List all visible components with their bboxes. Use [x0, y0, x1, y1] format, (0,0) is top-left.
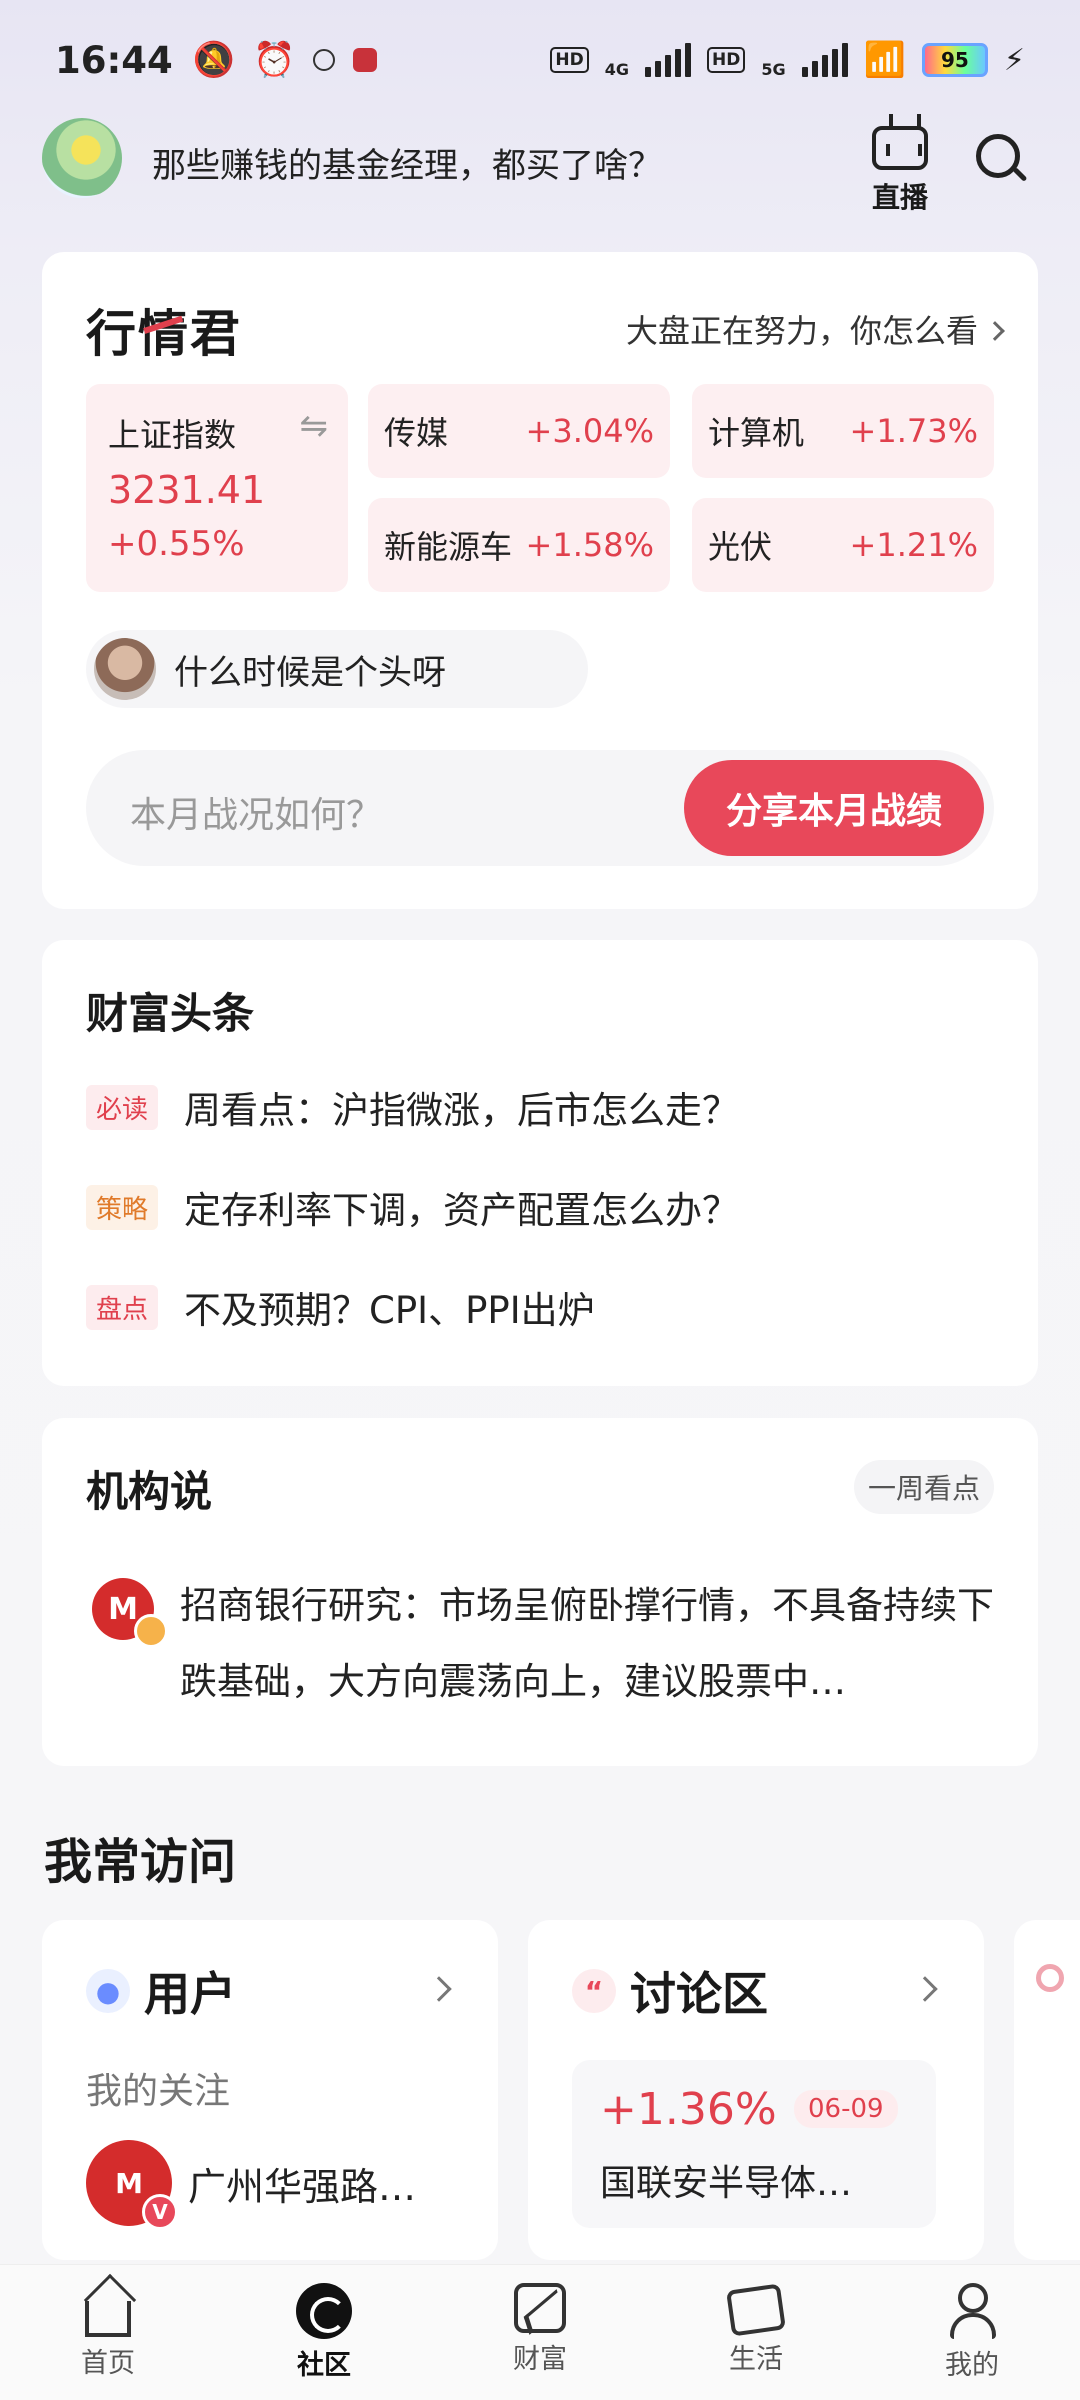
- sector-tile[interactable]: 传媒 +3.04%: [368, 384, 670, 478]
- swap-icon[interactable]: ⇋: [300, 406, 329, 446]
- signal-icon: [644, 43, 691, 77]
- chevron-right-icon: [912, 1976, 938, 2002]
- tv-icon: [872, 126, 928, 170]
- index-change: +0.55%: [108, 524, 245, 564]
- sector-tile[interactable]: 计算机 +1.73%: [692, 384, 994, 478]
- nav-profile[interactable]: 我的: [864, 2265, 1080, 2400]
- market-card: 行情君 大盘正在努力，你怎么看 上证指数 ⇋ 3231.41 +0.55% 传媒…: [42, 252, 1038, 909]
- news-item[interactable]: 盘点 不及预期？CPI、PPI出炉: [86, 1280, 595, 1334]
- app-screen: 16:44 🔕 ⏰ HD 4G HD 5G 📶 95 ⚡ 那些赚钱的基金经理，都…: [0, 0, 1080, 2400]
- chevron-right-icon: [426, 1976, 452, 2002]
- section-title: 财富头条: [86, 989, 255, 1038]
- nav-community[interactable]: 社区: [216, 2265, 432, 2400]
- bank-logo-icon: MV: [86, 2140, 178, 2230]
- news-tag: 盘点: [86, 1284, 159, 1330]
- week-filter-tag[interactable]: 一周看点: [853, 1460, 994, 1514]
- net-type-label-2: 5G: [761, 60, 786, 79]
- live-button[interactable]: 直播: [866, 112, 934, 216]
- next-card-peek[interactable]: [1014, 1920, 1080, 2260]
- hd-icon-2: HD: [706, 47, 746, 73]
- nav-wealth[interactable]: 财富: [432, 2265, 648, 2400]
- verified-icon: V: [142, 2194, 178, 2230]
- hot-badge-icon: [134, 1614, 168, 1648]
- nav-life[interactable]: 生活: [648, 2265, 864, 2400]
- user-card[interactable]: ● 用户 我的关注 MV 广州华强路…: [42, 1920, 498, 2260]
- avatar[interactable]: [42, 118, 122, 198]
- signal-icon-2: [801, 43, 848, 77]
- index-name: 上证指数: [108, 416, 237, 454]
- alarm-icon: ⏰: [253, 40, 296, 80]
- sector-tile[interactable]: 光伏 +1.21%: [692, 498, 994, 592]
- sector-tile[interactable]: 新能源车 +1.58%: [368, 498, 670, 592]
- search-icon[interactable]: [976, 134, 1028, 186]
- discussion-item[interactable]: +1.36% 06-09 国联安半导体…: [572, 2060, 936, 2228]
- community-icon: [296, 2283, 352, 2339]
- home-icon: [85, 2301, 131, 2337]
- market-title: 行情君: [86, 305, 242, 363]
- quote-icon: “: [572, 1969, 616, 2013]
- institution-article[interactable]: 招商银行研究：市场呈俯卧撑行情，不具备持续下跌基础，大方向震荡向上，建议股票中…: [180, 1568, 1000, 1720]
- avatar: [94, 638, 156, 700]
- section-title: 我常访问: [44, 1834, 237, 1890]
- share-input[interactable]: 本月战况如何？: [130, 786, 382, 838]
- app-notification-icon: [313, 49, 336, 71]
- profile-icon: [944, 2283, 1000, 2339]
- status-bar: 16:44 🔕 ⏰ HD 4G HD 5G 📶 95 ⚡: [0, 0, 1080, 120]
- mute-icon: 🔕: [192, 40, 236, 80]
- discussion-card[interactable]: “ 讨论区 +1.36% 06-09 国联安半导体…: [528, 1920, 984, 2260]
- user-icon: ●: [86, 1969, 130, 2013]
- life-icon: [726, 2283, 786, 2337]
- hd-icon: HD: [550, 47, 589, 73]
- bottom-navigation: 首页 社区 财富 生活 我的: [0, 2264, 1080, 2400]
- nav-home[interactable]: 首页: [0, 2265, 216, 2400]
- top-header: 那些赚钱的基金经理，都买了啥？ 直播: [0, 112, 1080, 214]
- circle-icon: [1036, 1964, 1064, 1992]
- headlines-card: 财富头条 必读 周看点：沪指微涨，后市怎么走？ 策略 定存利率下调，资产配置怎么…: [42, 940, 1038, 1386]
- share-button[interactable]: 分享本月战绩: [684, 760, 984, 856]
- news-item[interactable]: 策略 定存利率下调，资产配置怎么办？: [86, 1180, 739, 1234]
- wifi-icon: 📶: [863, 40, 906, 80]
- chevron-right-icon: [985, 321, 1005, 341]
- market-more-link[interactable]: 大盘正在努力，你怎么看: [626, 306, 1005, 352]
- index-value: 3231.41: [108, 468, 266, 512]
- battery-icon: 95: [921, 43, 988, 77]
- live-label: 直播: [871, 181, 928, 214]
- app-notification-icon-2: [353, 48, 378, 72]
- news-tag: 必读: [86, 1084, 159, 1130]
- net-type-label: 4G: [604, 60, 629, 79]
- user-comment-chip[interactable]: 什么时候是个头呀: [86, 630, 588, 708]
- news-tag: 策略: [86, 1184, 159, 1230]
- news-item[interactable]: 必读 周看点：沪指微涨，后市怎么走？: [86, 1080, 739, 1134]
- share-input-row: 本月战况如何？ 分享本月战绩: [86, 750, 994, 866]
- status-time: 16:44: [55, 38, 173, 82]
- charging-icon: ⚡: [1003, 42, 1025, 78]
- wealth-icon: [514, 2283, 566, 2333]
- index-tile[interactable]: 上证指数 ⇋ 3231.41 +0.55%: [86, 384, 348, 592]
- followed-user[interactable]: MV 广州华强路…: [86, 2140, 416, 2230]
- header-headline[interactable]: 那些赚钱的基金经理，都买了啥？: [152, 138, 662, 187]
- institution-card: 机构说 一周看点 M 招商银行研究：市场呈俯卧撑行情，不具备持续下跌基础，大方向…: [42, 1418, 1038, 1766]
- section-title: 机构说: [86, 1467, 213, 1516]
